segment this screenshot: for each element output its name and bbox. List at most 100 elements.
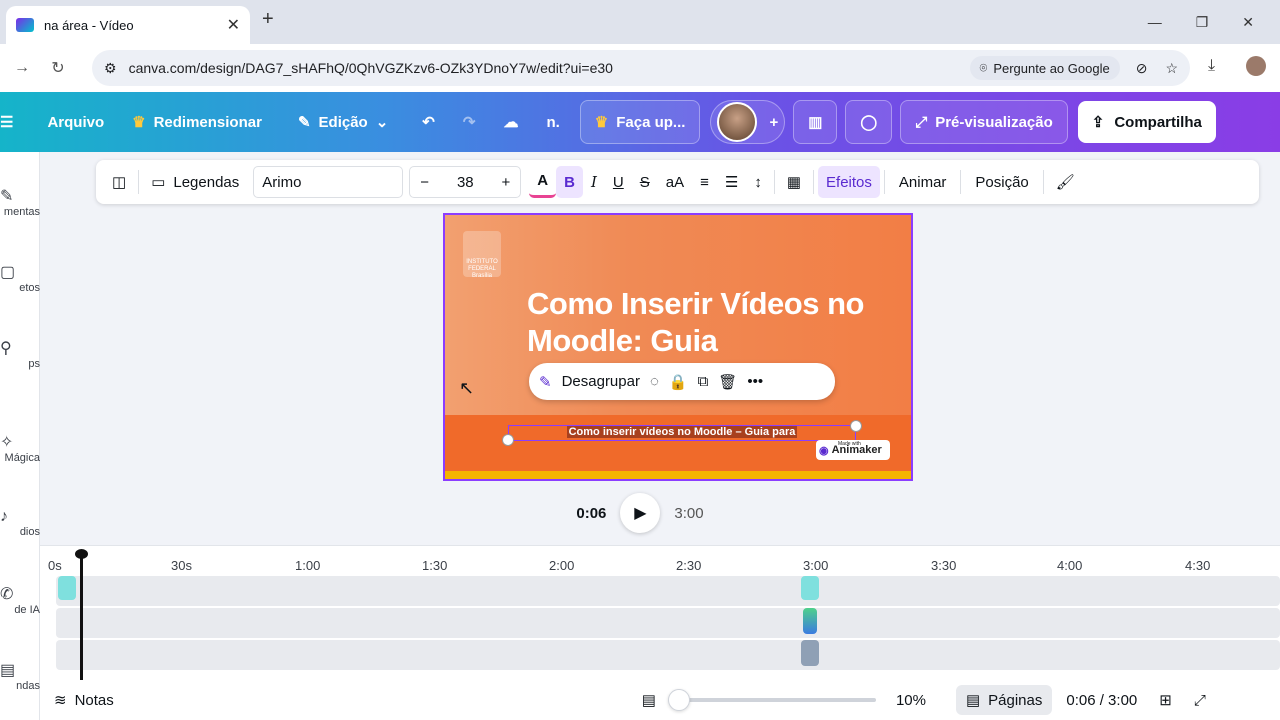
font-family-select[interactable]: Arimo xyxy=(253,166,404,198)
sidebar-item-ferramentas[interactable]: ✎ mentas xyxy=(0,186,40,218)
italic-button[interactable]: I xyxy=(583,166,605,198)
restore-icon[interactable]: ❐ xyxy=(1196,14,1209,31)
file-menu[interactable]: Arquivo xyxy=(27,100,118,144)
add-collaborator-icon[interactable]: + xyxy=(769,114,778,131)
upgrade-button[interactable]: ♛ Faça up... xyxy=(579,100,701,144)
fullscreen-icon[interactable]: ⤢ xyxy=(1194,692,1206,709)
pages-button[interactable]: ▤ Páginas xyxy=(955,685,1053,715)
timeline-view-icon[interactable]: ▤ xyxy=(642,691,656,709)
divider xyxy=(960,170,962,194)
sidebar-item-label: de IA xyxy=(14,604,40,616)
sidebar-item-apps[interactable]: ⚲ ps xyxy=(0,338,40,370)
resize-handle-right[interactable] xyxy=(850,420,862,432)
magic-edit-icon[interactable]: ✎ xyxy=(539,373,552,391)
profile-avatar[interactable] xyxy=(1246,56,1266,76)
share-button[interactable]: ⇪ Compartilha xyxy=(1077,101,1216,143)
sidebar-item-marcas[interactable]: ▤ ndas xyxy=(0,660,40,692)
edit-mode-button[interactable]: ✎ Edição ⌄ xyxy=(284,100,402,144)
preview-button[interactable]: ⤢ Pré-visualização xyxy=(900,100,1068,144)
bookmark-star-icon[interactable]: ☆ xyxy=(1165,60,1178,77)
timeline-clip[interactable] xyxy=(58,576,76,600)
trash-icon[interactable]: 🗑 xyxy=(718,373,737,391)
element-context-menu: ✎ Desagrupar ◌ 🔒 ⧉ 🗑 ••• xyxy=(529,363,835,400)
font-size-stepper[interactable]: − 38 + xyxy=(409,166,522,198)
align-center-icon[interactable]: ≡ xyxy=(692,166,717,198)
timeline-track[interactable] xyxy=(56,608,1280,638)
timeline-clip[interactable] xyxy=(801,576,819,600)
play-button[interactable]: ▶ xyxy=(620,493,661,533)
upgrade-label: Faça up... xyxy=(616,113,686,131)
design-title[interactable]: n. xyxy=(532,100,573,144)
position-button[interactable]: Posição xyxy=(965,166,1038,198)
resize-button[interactable]: ♛ Redimensionar xyxy=(118,100,276,144)
sidebar-item-magica[interactable]: ✧ Mágica xyxy=(0,432,40,464)
paint-format-icon[interactable]: 🖌 xyxy=(1048,166,1083,198)
collaborators[interactable]: + xyxy=(710,100,786,144)
timeline-track[interactable] xyxy=(56,576,1280,606)
timeline[interactable]: 0s 30s 1:00 1:30 2:00 2:30 3:00 3:30 4:0… xyxy=(40,545,1280,680)
text-toolbar: ◫ ▭ Legendas Arimo − 38 + A B I U S aA ≡… xyxy=(96,160,1259,204)
comment-icon[interactable]: ◌ xyxy=(650,373,659,390)
crown-icon: ♛ xyxy=(132,114,146,131)
eye-off-icon[interactable]: ⊘ xyxy=(1136,60,1148,77)
timeline-playhead[interactable] xyxy=(80,556,83,680)
comments-icon[interactable]: ◯ xyxy=(845,100,893,144)
timeline-clip[interactable] xyxy=(803,608,817,634)
zoom-slider-knob[interactable] xyxy=(667,689,690,711)
grid-view-icon[interactable]: ⊞ xyxy=(1159,691,1172,709)
download-icon[interactable]: ⤓ xyxy=(1208,57,1215,75)
transparency-icon[interactable]: ▦ xyxy=(779,166,809,198)
duplicate-icon[interactable]: ⧉ xyxy=(698,373,709,390)
sidebar-item-label: etos xyxy=(19,282,40,294)
ask-google-button[interactable]: ⌾ Pergunte ao Google xyxy=(969,56,1120,80)
sidebar-item-label: Mágica xyxy=(4,452,40,464)
timeline-clip[interactable] xyxy=(801,640,819,666)
cloud-saved-icon[interactable]: ☁ xyxy=(489,100,532,144)
institute-logo: INSTITUTO FEDERAL Brasília xyxy=(463,231,501,279)
letter-case-button[interactable]: aA xyxy=(658,166,692,198)
avatar[interactable] xyxy=(717,102,758,142)
minimize-icon[interactable]: — xyxy=(1148,14,1162,30)
increase-size-button[interactable]: + xyxy=(502,174,511,191)
address-bar[interactable]: ⚙ canva.com/design/DAG7_sHAFhQ/0QhVGZKzv… xyxy=(92,50,1190,86)
slide-title[interactable]: Como Inserir Vídeos no Moodle: Guia xyxy=(527,285,907,359)
undo-icon[interactable]: ↶ xyxy=(408,100,449,144)
subtitle-text-box[interactable]: Como inserir vídeos no Moodle – Guia par… xyxy=(508,425,856,441)
timeline-track[interactable] xyxy=(56,640,1280,670)
lock-icon[interactable]: 🔒 xyxy=(669,373,688,391)
effects-button[interactable]: Efeitos xyxy=(818,166,880,198)
forward-icon[interactable]: → xyxy=(4,59,40,77)
notes-button[interactable]: ≋ Notas xyxy=(54,691,114,710)
text-color-icon[interactable]: A xyxy=(529,166,557,198)
close-window-icon[interactable]: ✕ xyxy=(1242,14,1254,31)
more-icon[interactable]: ••• xyxy=(747,373,763,390)
browser-tab[interactable]: na área - Vídeo ✕ xyxy=(6,6,250,44)
site-info-icon[interactable]: ⚙ xyxy=(104,60,117,77)
animate-button[interactable]: Animar xyxy=(889,166,957,198)
captions-button[interactable]: ▭ Legendas xyxy=(143,166,247,198)
playhead-handle[interactable] xyxy=(75,549,88,559)
ai-voice-icon: ✆ xyxy=(0,586,14,603)
sidebar-item-ia[interactable]: ✆ de IA xyxy=(0,584,40,616)
bold-button[interactable]: B xyxy=(556,166,583,198)
sidebar-item-projetos[interactable]: ▢ etos xyxy=(0,262,40,294)
insights-icon[interactable]: ▥ xyxy=(793,100,838,144)
underline-button[interactable]: U xyxy=(605,166,632,198)
divider xyxy=(883,170,885,194)
resize-handle-left[interactable] xyxy=(502,434,514,446)
strikethrough-button[interactable]: S xyxy=(632,166,658,198)
list-icon[interactable]: ☰ xyxy=(717,166,746,198)
canva-header: ☰ Arquivo ♛ Redimensionar ✎ Edição ⌄ ↶ ↷… xyxy=(0,92,1280,152)
menu-icon[interactable]: ☰ xyxy=(0,100,27,144)
zoom-slider[interactable] xyxy=(667,689,876,711)
split-icon[interactable]: ◫ xyxy=(104,166,134,198)
decrease-size-button[interactable]: − xyxy=(420,174,429,191)
spacing-icon[interactable]: ↕ xyxy=(746,166,770,198)
new-tab-button[interactable]: + xyxy=(262,8,274,31)
zoom-level[interactable]: 10% xyxy=(896,692,936,709)
ungroup-button[interactable]: Desagrupar xyxy=(562,373,640,390)
redo-icon[interactable]: ↷ xyxy=(449,100,490,144)
font-size-value[interactable]: 38 xyxy=(457,174,474,191)
close-tab-icon[interactable]: ✕ xyxy=(227,15,240,35)
reload-icon[interactable]: ↻ xyxy=(40,58,76,78)
